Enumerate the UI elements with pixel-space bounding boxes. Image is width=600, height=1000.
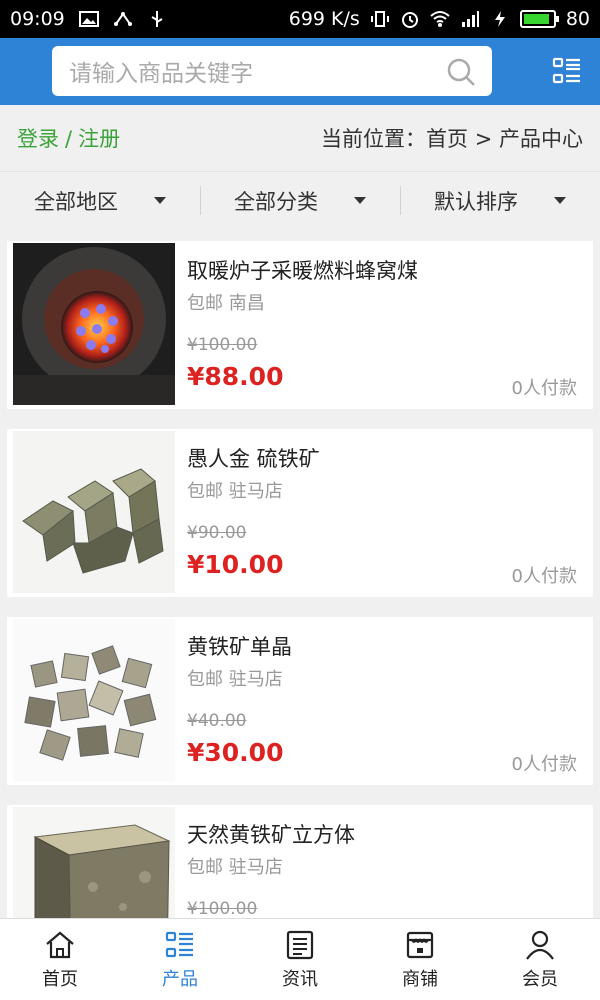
header: 请输入商品关键字 (0, 38, 600, 105)
tab-shop[interactable]: 商铺 (360, 919, 480, 1000)
battery-level: 80 (565, 8, 590, 30)
product-title[interactable]: 取暖炉子采暖燃料蜂窝煤 (187, 255, 418, 285)
product-card[interactable]: 黄铁矿单晶 包邮 驻马店 ¥40.00 ¥30.00 0人付款 (7, 617, 593, 785)
member-icon (526, 930, 554, 960)
filter-category[interactable]: 全部分类 (200, 172, 400, 229)
filter-bar: 全部地区 全部分类 默认排序 (0, 171, 600, 229)
product-image-coal-stove[interactable] (13, 243, 175, 405)
product-card[interactable]: 取暖炉子采暖燃料蜂窝煤 包邮 南昌 ¥100.00 ¥88.00 0人付款 (7, 241, 593, 409)
location-bar: 登录 / 注册 当前位置：首页 > 产品中心 (0, 105, 600, 171)
tab-shop-label: 商铺 (402, 968, 438, 990)
wifi-icon (430, 11, 450, 27)
charging-icon (494, 11, 505, 27)
home-icon (46, 931, 74, 958)
product-card[interactable]: 愚人金 硫铁矿 包邮 驻马店 ¥90.00 ¥10.00 0人付款 (7, 429, 593, 597)
register-link[interactable]: 注册 (78, 127, 120, 151)
product-shipping: 包邮 南昌 (187, 293, 265, 314)
login-separator: / (65, 127, 73, 151)
product-title[interactable]: 天然黄铁矿立方体 (187, 819, 355, 849)
shop-icon (406, 931, 434, 958)
status-bar: 09:09 699 K/s 80 (0, 0, 600, 38)
news-icon (286, 930, 314, 959)
product-title[interactable]: 愚人金 硫铁矿 (187, 443, 320, 473)
product-image-pyrite[interactable] (13, 431, 175, 593)
tab-news[interactable]: 资讯 (240, 919, 360, 1000)
tab-news-label: 资讯 (282, 968, 318, 990)
clock: 09:09 (10, 8, 65, 30)
product-image-pyrite-crystals[interactable] (13, 619, 175, 781)
filter-category-label: 全部分类 (234, 189, 318, 214)
product-sales: 0人付款 (511, 378, 577, 399)
product-shipping: 包邮 驻马店 (187, 857, 283, 878)
gallery-icon (78, 11, 99, 27)
login-link[interactable]: 登录 (17, 127, 59, 151)
filter-sort-label: 默认排序 (434, 189, 518, 214)
product-sales: 0人付款 (511, 566, 577, 587)
category-menu-icon[interactable] (552, 56, 582, 86)
net-speed: 699 K/s (288, 8, 360, 30)
chevron-down-icon (354, 197, 366, 204)
product-title[interactable]: 黄铁矿单晶 (187, 631, 292, 661)
product-price: ¥30.00 (187, 738, 284, 767)
filter-sort[interactable]: 默认排序 (400, 172, 600, 229)
search-icon[interactable] (446, 57, 476, 87)
products-icon (165, 931, 193, 957)
product-original-price: ¥100.00 (187, 335, 258, 355)
search-input[interactable]: 请输入商品关键字 (52, 46, 492, 96)
product-shipping: 包邮 驻马店 (187, 481, 283, 502)
product-price: ¥88.00 (187, 362, 284, 391)
tab-products-label: 产品 (162, 968, 198, 990)
product-original-price: ¥40.00 (187, 711, 247, 731)
product-sales: 0人付款 (511, 754, 577, 775)
share-icon (113, 12, 132, 26)
tab-home[interactable]: 首页 (0, 919, 120, 1000)
chevron-down-icon (554, 197, 566, 204)
search-placeholder: 请输入商品关键字 (69, 61, 253, 87)
filter-region[interactable]: 全部地区 (0, 172, 200, 229)
filter-region-label: 全部地区 (34, 189, 118, 214)
chevron-down-icon (154, 197, 166, 204)
bottom-nav: 首页 产品 资讯 商铺 会员 (0, 918, 600, 1000)
tab-home-label: 首页 (42, 968, 78, 990)
usb-icon (151, 11, 163, 27)
product-original-price: ¥90.00 (187, 523, 247, 543)
product-shipping: 包邮 驻马店 (187, 669, 283, 690)
battery-icon (519, 10, 559, 28)
tab-member[interactable]: 会员 (480, 919, 600, 1000)
product-price: ¥10.00 (187, 550, 284, 579)
login-register: 登录 / 注册 (17, 123, 120, 153)
alarm-icon (401, 12, 418, 28)
breadcrumb: 当前位置：首页 > 产品中心 (321, 127, 583, 151)
tab-products[interactable]: 产品 (120, 919, 240, 1000)
product-original-price: ¥100.00 (187, 899, 258, 919)
tab-member-label: 会员 (522, 968, 558, 990)
vibrate-icon (370, 11, 389, 27)
signal-icon (461, 11, 479, 27)
